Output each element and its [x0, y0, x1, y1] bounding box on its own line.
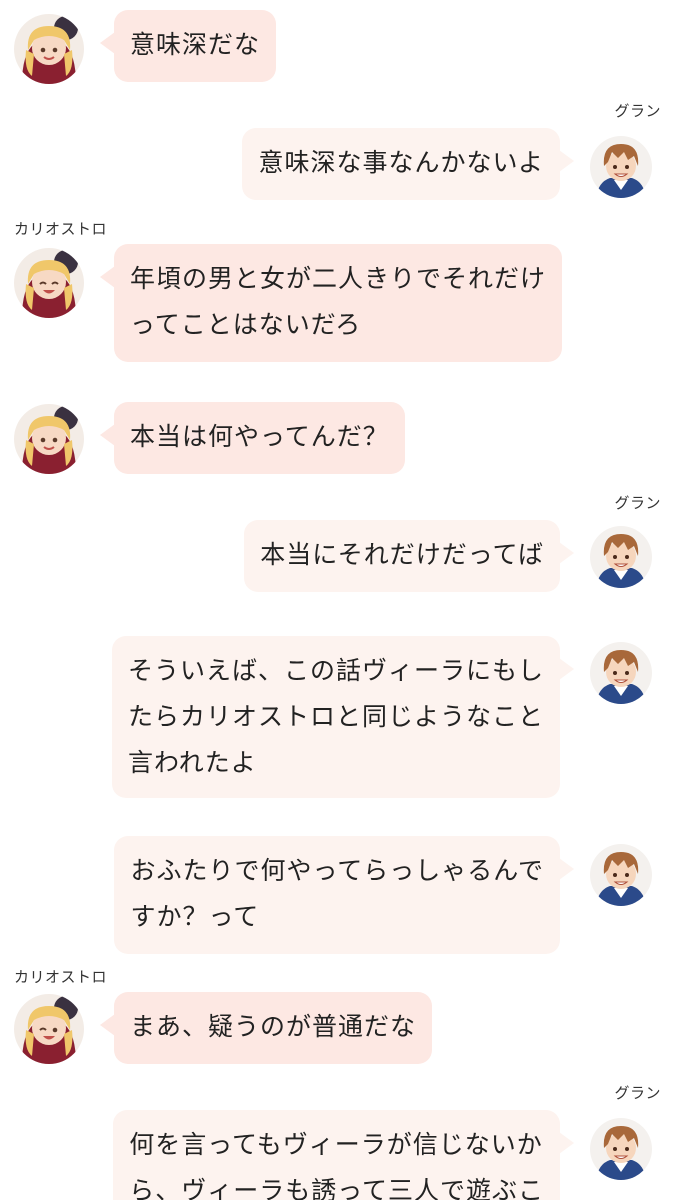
message-left: 本当は何やってんだ？ — [0, 402, 675, 482]
gran-avatar[interactable] — [590, 526, 652, 588]
blonde-girl-avatar-icon — [14, 248, 84, 318]
chat-log: 意味深だな グラン 意味深な事なんかないよ カリオストロ 年頃の男と女が二人きり… — [0, 0, 675, 1200]
message-text: 意味深だな — [130, 30, 261, 59]
message-right: そういえば、この話ヴィーラにもし たらカリオストロと同じようなこと 言われたよ — [0, 636, 675, 801]
brown-hair-boy-avatar-icon — [590, 1118, 652, 1180]
blonde-girl-avatar-icon — [14, 994, 84, 1064]
speaker-name: グラン — [614, 494, 661, 512]
message-text: ら、ヴィーラも誘って三人で遊ぶこ — [129, 1176, 544, 1200]
message-bubble: 本当にそれだけだってば — [244, 520, 574, 592]
message-bubble: 意味深な事なんかないよ — [242, 128, 574, 200]
speaker-name: カリオストロ — [14, 220, 108, 238]
message-text: 年頃の男と女が二人きりでそれだけ — [130, 264, 547, 293]
message-right: グラン 本当にそれだけだってば — [0, 492, 675, 597]
message-text: おふたりで何やってらっしゃるんで — [130, 856, 544, 885]
message-right: グラン 意味深な事なんかないよ — [0, 100, 675, 205]
message-text: そういえば、この話ヴィーラにもし — [127, 656, 544, 685]
message-text: たらカリオストロと同じようなこと — [127, 702, 544, 731]
message-left: カリオストロ 年頃の男と女が二人きりでそれだけ ってことはないだろ — [0, 218, 675, 368]
message-right: おふたりで何やってらっしゃるんで すか？って — [0, 836, 675, 956]
speaker-name: グラン — [614, 1084, 661, 1102]
message-text: 何を言ってもヴィーラが信じないか — [129, 1130, 543, 1159]
cagliostro-avatar[interactable] — [14, 14, 84, 84]
blonde-girl-avatar-icon — [14, 404, 84, 474]
message-bubble: おふたりで何やってらっしゃるんで すか？って — [114, 836, 574, 954]
message-bubble: 意味深だな — [99, 10, 277, 82]
gran-avatar[interactable] — [590, 136, 652, 198]
brown-hair-boy-avatar-icon — [590, 526, 652, 588]
message-bubble: 年頃の男と女が二人きりでそれだけ ってことはないだろ — [99, 244, 563, 362]
brown-hair-boy-avatar-icon — [590, 844, 652, 906]
speaker-name: グラン — [614, 102, 661, 120]
brown-hair-boy-avatar-icon — [590, 642, 652, 704]
cagliostro-avatar[interactable] — [14, 404, 84, 474]
cagliostro-avatar[interactable] — [14, 248, 84, 318]
gran-avatar[interactable] — [590, 642, 652, 704]
message-bubble: 本当は何やってんだ？ — [100, 402, 405, 474]
cagliostro-avatar[interactable] — [14, 994, 84, 1064]
message-right: グラン 何を言ってもヴィーラが信じないか ら、ヴィーラも誘って三人で遊ぶこ — [0, 1082, 675, 1200]
gran-avatar[interactable] — [590, 1118, 652, 1180]
brown-hair-boy-avatar-icon — [590, 136, 652, 198]
message-left: 意味深だな — [0, 10, 675, 90]
message-text: 言われたよ — [127, 748, 257, 777]
message-text: すか？って — [130, 902, 260, 931]
message-text: 意味深な事なんかないよ — [258, 148, 544, 177]
message-text: 本当は何やってんだ？ — [130, 422, 389, 451]
gran-avatar[interactable] — [590, 844, 652, 906]
message-left: カリオストロ まあ、疑うのが普通だな — [0, 966, 675, 1071]
message-text: まあ、疑うのが普通だな — [130, 1012, 417, 1041]
speaker-name: カリオストロ — [14, 968, 108, 986]
message-text: 本当にそれだけだってば — [260, 540, 544, 569]
message-bubble: 何を言ってもヴィーラが信じないか ら、ヴィーラも誘って三人で遊ぶこ — [113, 1110, 574, 1200]
message-text: ってことはないだろ — [130, 310, 362, 339]
message-bubble: そういえば、この話ヴィーラにもし たらカリオストロと同じようなこと 言われたよ — [111, 636, 575, 798]
blonde-girl-avatar-icon — [14, 14, 84, 84]
message-bubble: まあ、疑うのが普通だな — [99, 992, 433, 1064]
